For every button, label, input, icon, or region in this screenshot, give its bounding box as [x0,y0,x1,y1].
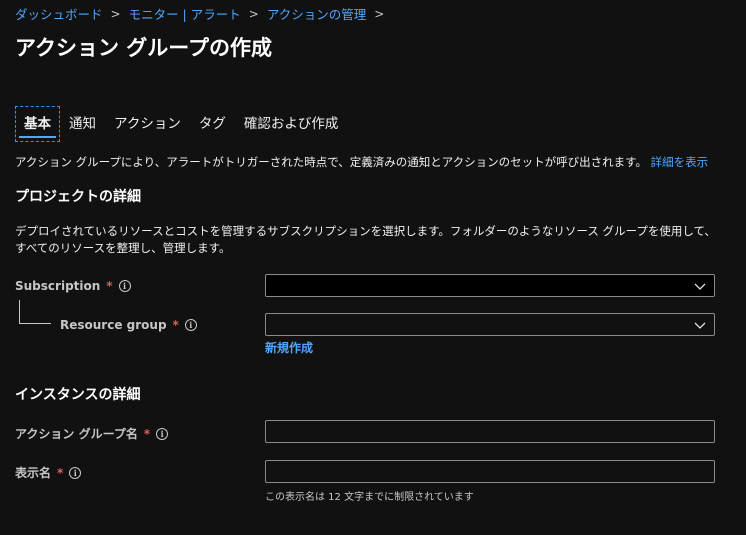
learn-more-link[interactable]: 詳細を表示 [651,155,709,169]
resource-group-label: Resource group * i [60,318,197,332]
project-details-description: デプロイされているリソースとコストを管理するサブスクリプションを選択します。フォ… [15,224,716,255]
display-name-input[interactable] [265,460,715,483]
tab-notifications[interactable]: 通知 [60,106,105,142]
chevron-down-icon [694,283,706,290]
page-description: アクション グループにより、アラートがトリガーされた時点で、定義済みの通知とアク… [15,154,708,170]
display-name-label: 表示名 * i [15,464,82,481]
create-new-link[interactable]: 新規作成 [265,339,313,356]
tab-basics[interactable]: 基本 [15,106,60,142]
info-icon[interactable]: i [184,319,197,331]
chevron-down-icon [694,322,706,329]
subscription-label: Subscription * i [15,279,131,293]
info-icon[interactable]: i [69,466,82,479]
project-details-title: プロジェクトの詳細 [15,189,141,205]
info-icon[interactable]: i [118,280,131,292]
tree-connector-vertical [19,300,20,323]
required-marker: * [106,279,113,293]
required-marker: * [57,465,64,480]
action-group-name-label: アクション グループ名 * i [15,425,169,442]
action-group-name-input[interactable] [265,420,715,443]
tab-bar: 基本 通知 アクション タグ 確認および作成 [15,106,347,142]
description-text: アクション グループにより、アラートがトリガーされた時点で、定義済みの通知とアク… [15,155,648,169]
page-title: アクション グループの作成 [15,36,272,60]
resource-group-dropdown[interactable] [265,313,715,336]
info-icon[interactable]: i [156,427,169,440]
subscription-label-text: Subscription [15,279,101,293]
breadcrumb-manage-actions[interactable]: アクションの管理 [267,4,366,23]
required-marker: * [143,426,151,441]
breadcrumb-dashboard[interactable]: ダッシュボード [15,4,103,23]
tree-connector-horizontal [19,323,51,324]
tab-review-create[interactable]: 確認および作成 [235,106,348,142]
required-marker: * [172,318,179,332]
subscription-dropdown[interactable] [265,274,715,297]
breadcrumb: ダッシュボード > モニター | アラート > アクションの管理 > [15,4,384,23]
tab-actions[interactable]: アクション [105,106,190,142]
instance-details-title: インスタンスの詳細 [15,387,141,403]
breadcrumb-separator-icon: > [248,6,259,21]
tab-tags[interactable]: タグ [190,106,235,142]
display-name-hint: この表示名は 12 文字までに制限されています [265,492,474,503]
resource-group-label-text: Resource group [60,318,167,332]
action-group-name-label-text: アクション グループ名 [15,427,138,441]
display-name-label-text: 表示名 [15,466,52,480]
breadcrumb-separator-icon: > [374,6,385,21]
breadcrumb-monitor-alerts[interactable]: モニター | アラート [129,4,241,23]
breadcrumb-separator-icon: > [110,6,121,21]
